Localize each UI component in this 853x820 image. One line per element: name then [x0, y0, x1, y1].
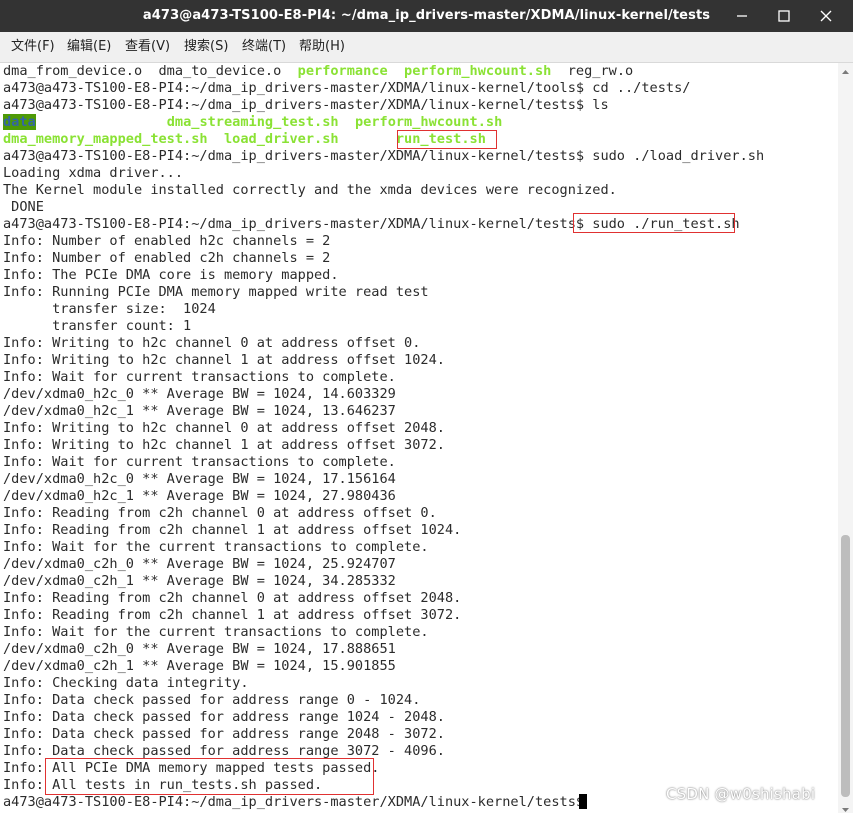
terminal-line: Info: Writing to h2c channel 1 at addres…	[3, 352, 445, 368]
menu-help[interactable]: 帮助(H)	[299, 32, 345, 62]
maximize-icon	[778, 10, 790, 22]
terminal-line: /dev/xdma0_c2h_1 ** Average BW = 1024, 3…	[3, 573, 396, 589]
ls-output-row: data dma_streaming_test.sh perform_hwcou…	[3, 114, 503, 130]
terminal-line: The Kernel module installed correctly an…	[3, 182, 617, 198]
terminal-line: Info: Wait for current transactions to c…	[3, 369, 396, 385]
minimize-button[interactable]	[724, 0, 760, 32]
terminal-cursor	[579, 794, 587, 809]
close-icon	[820, 10, 832, 22]
highlight-box-run-test-file	[397, 130, 497, 149]
terminal-line: DONE	[3, 199, 44, 215]
terminal-line: Loading xdma driver...	[3, 165, 184, 181]
menu-terminal[interactable]: 终端(T)	[242, 32, 286, 62]
maximize-button[interactable]	[766, 0, 802, 32]
terminal-line: /dev/xdma0_h2c_0 ** Average BW = 1024, 1…	[3, 471, 396, 487]
terminal-line: Info: Writing to h2c channel 0 at addres…	[3, 420, 445, 436]
window-titlebar[interactable]: a473@a473-TS100-E8-PI4: ~/dma_ip_drivers…	[0, 0, 853, 32]
terminal-line: a473@a473-TS100-E8-PI4:~/dma_ip_drivers-…	[3, 148, 765, 164]
close-button[interactable]	[808, 0, 844, 32]
terminal-line: Info: The PCIe DMA core is memory mapped…	[3, 267, 339, 283]
directory-entry: data	[3, 114, 36, 130]
minimize-icon	[737, 15, 747, 17]
terminal-line: Info: Data check passed for address rang…	[3, 726, 445, 742]
highlight-box-passed-results	[45, 758, 374, 795]
terminal-line: Info: Data check passed for address rang…	[3, 709, 445, 725]
scroll-up-icon[interactable]	[838, 63, 853, 75]
terminal-line: /dev/xdma0_c2h_0 ** Average BW = 1024, 2…	[3, 556, 396, 572]
terminal-line: Info: Writing to h2c channel 0 at addres…	[3, 335, 421, 351]
menu-edit[interactable]: 编辑(E)	[67, 32, 111, 62]
terminal-line: /dev/xdma0_c2h_1 ** Average BW = 1024, 1…	[3, 658, 396, 674]
terminal-line: Info: Reading from c2h channel 1 at addr…	[3, 522, 462, 538]
terminal-line: Info: Wait for the current transactions …	[3, 624, 429, 640]
terminal-line: Info: Reading from c2h channel 0 at addr…	[3, 505, 437, 521]
highlight-box-run-command	[573, 213, 735, 233]
terminal-line: Info: Number of enabled h2c channels = 2	[3, 233, 331, 249]
terminal-line: a473@a473-TS100-E8-PI4:~/dma_ip_drivers-…	[3, 80, 691, 96]
terminal-line: transfer count: 1	[3, 318, 192, 334]
terminal-line: /dev/xdma0_h2c_0 ** Average BW = 1024, 1…	[3, 386, 396, 402]
terminal-line: Info: Writing to h2c channel 1 at addres…	[3, 437, 445, 453]
terminal-line: Info: Running PCIe DMA memory mapped wri…	[3, 284, 429, 300]
terminal-line: Info: Reading from c2h channel 0 at addr…	[3, 590, 462, 606]
scrollbar-thumb[interactable]	[841, 535, 850, 797]
terminal-line: /dev/xdma0_h2c_1 ** Average BW = 1024, 2…	[3, 488, 396, 504]
terminal-line: Info: Number of enabled c2h channels = 2	[3, 250, 331, 266]
terminal-line: Info: Checking data integrity.	[3, 675, 249, 691]
scroll-down-icon[interactable]	[838, 801, 853, 813]
terminal-prompt: a473@a473-TS100-E8-PI4:~/dma_ip_drivers-…	[3, 794, 593, 810]
menu-bar: 文件(F) 编辑(E) 查看(V) 搜索(S) 终端(T) 帮助(H)	[0, 32, 853, 63]
terminal-line: Info: Wait for current transactions to c…	[3, 454, 396, 470]
menu-search[interactable]: 搜索(S)	[184, 32, 228, 62]
terminal-line: a473@a473-TS100-E8-PI4:~/dma_ip_drivers-…	[3, 97, 609, 113]
terminal-line: Info: Wait for the current transactions …	[3, 539, 429, 555]
terminal-line: /dev/xdma0_c2h_0 ** Average BW = 1024, 1…	[3, 641, 396, 657]
menu-view[interactable]: 查看(V)	[125, 32, 170, 62]
terminal-line: /dev/xdma0_h2c_1 ** Average BW = 1024, 1…	[3, 403, 396, 419]
watermark: CSDN @w0shishabi	[666, 785, 816, 803]
vertical-scrollbar[interactable]	[838, 63, 853, 813]
terminal-line: Info: Data check passed for address rang…	[3, 692, 421, 708]
menu-file[interactable]: 文件(F)	[11, 32, 55, 62]
terminal-line: Info: Reading from c2h channel 1 at addr…	[3, 607, 462, 623]
terminal-line: dma_from_device.o dma_to_device.o perfor…	[3, 63, 634, 79]
terminal-line: transfer size: 1024	[3, 301, 216, 317]
